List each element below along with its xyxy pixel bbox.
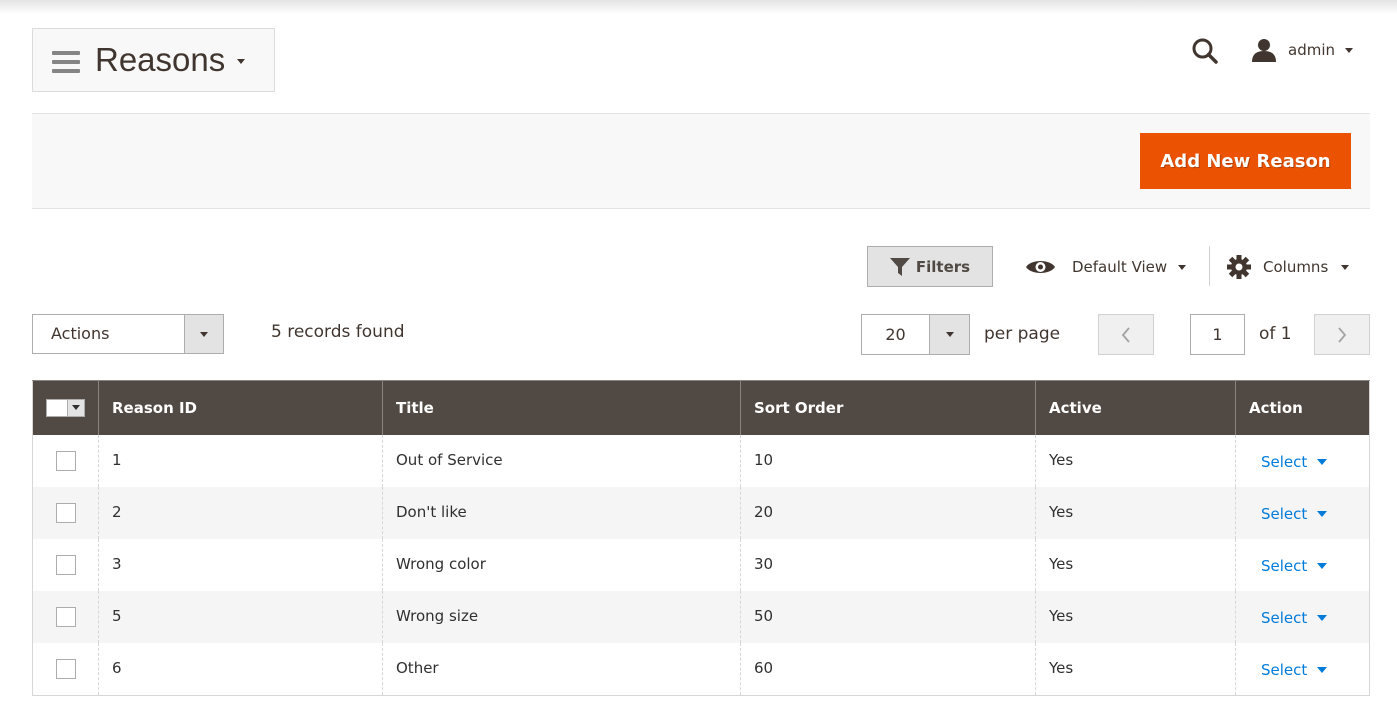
row-checkbox[interactable] (56, 502, 76, 523)
add-new-reason-button[interactable]: Add New Reason (1140, 133, 1351, 189)
table-row: 2 Don't like 20 Yes Select (32, 486, 1370, 539)
chevron-down-icon (1317, 562, 1328, 569)
chevron-down-icon (1317, 458, 1328, 465)
row-checkbox[interactable] (56, 658, 76, 679)
select-label: Select (1261, 504, 1308, 523)
page-actions-bar: Add New Reason (32, 113, 1370, 209)
mass-actions-select[interactable]: Actions (32, 314, 224, 354)
column-header-title[interactable]: Title (382, 380, 741, 435)
cell-active: Yes (1035, 590, 1236, 643)
cell-title: Other (382, 642, 741, 696)
search-icon[interactable] (1190, 36, 1220, 66)
user-name: admin (1288, 41, 1335, 59)
cell-active: Yes (1035, 642, 1236, 696)
chevron-down-icon (1341, 264, 1350, 270)
row-action-select[interactable]: Select (1249, 503, 1328, 523)
per-page-value: 20 (885, 325, 906, 344)
row-action-select[interactable]: Select (1249, 451, 1328, 471)
filters-label: Filters (915, 257, 971, 276)
cell-title: Don't like (382, 486, 741, 539)
chevron-down-icon (1317, 510, 1328, 517)
mass-select-header[interactable] (32, 380, 99, 435)
column-header-active[interactable]: Active (1035, 380, 1236, 435)
chevron-down-icon (1317, 666, 1328, 673)
cell-reason-id: 3 (98, 538, 383, 591)
cell-sort-order: 60 (740, 642, 1036, 696)
select-label: Select (1261, 608, 1308, 627)
cell-reason-id: 6 (98, 642, 383, 696)
cell-active: Yes (1035, 486, 1236, 539)
chevron-down-icon (67, 399, 84, 416)
cell-sort-order: 30 (740, 538, 1036, 591)
page-title-menu[interactable]: Reasons (32, 28, 275, 92)
column-header-sort-order[interactable]: Sort Order (740, 380, 1036, 435)
view-label: Default View (1072, 258, 1168, 276)
select-label: Select (1261, 556, 1308, 575)
row-checkbox[interactable] (56, 606, 76, 627)
cell-reason-id: 1 (98, 434, 383, 487)
table-row: 3 Wrong color 30 Yes Select (32, 538, 1370, 591)
row-checkbox[interactable] (56, 554, 76, 575)
filter-icon (889, 257, 910, 276)
cell-sort-order: 50 (740, 590, 1036, 643)
previous-page-button[interactable] (1098, 314, 1154, 355)
eye-icon (1026, 261, 1055, 273)
current-page-input[interactable] (1190, 314, 1245, 355)
row-action-select[interactable]: Select (1249, 555, 1328, 575)
cell-active: Yes (1035, 434, 1236, 487)
cell-active: Yes (1035, 538, 1236, 591)
cell-reason-id: 2 (98, 486, 383, 539)
records-count: 5 records found (271, 322, 405, 342)
columns-dropdown[interactable]: Columns (1227, 254, 1350, 280)
chevron-right-icon (1338, 326, 1347, 343)
total-pages-label: of 1 (1259, 324, 1292, 344)
table-row: 6 Other 60 Yes Select (32, 642, 1370, 696)
table-row: 5 Wrong size 50 Yes Select (32, 590, 1370, 643)
grid-header-row: Reason ID Title Sort Order Active Action (32, 380, 1370, 435)
row-checkbox[interactable] (56, 450, 76, 471)
row-action-select[interactable]: Select (1249, 659, 1328, 679)
select-label: Select (1261, 452, 1308, 471)
chevron-down-icon (237, 58, 246, 64)
toolbar-divider (1209, 246, 1210, 286)
per-page-label: per page (984, 324, 1061, 344)
page-title: Reasons (95, 41, 226, 78)
cell-title: Wrong color (382, 538, 741, 591)
column-header-action: Action (1235, 380, 1370, 435)
chevron-left-icon (1121, 326, 1130, 343)
cell-sort-order: 20 (740, 486, 1036, 539)
column-header-reason-id[interactable]: Reason ID (98, 380, 383, 435)
filters-button[interactable]: Filters (867, 246, 993, 287)
user-menu[interactable]: admin (1251, 36, 1353, 64)
cell-sort-order: 10 (740, 434, 1036, 487)
chevron-down-icon (1317, 614, 1328, 621)
top-shadow (0, 0, 1397, 14)
gear-icon (1227, 255, 1251, 279)
chevron-down-icon (929, 315, 969, 354)
per-page-select[interactable]: 20 (861, 314, 970, 355)
cell-title: Out of Service (382, 434, 741, 487)
hamburger-icon (52, 50, 80, 73)
table-row: 1 Out of Service 10 Yes Select (32, 434, 1370, 487)
cell-reason-id: 5 (98, 590, 383, 643)
next-page-button[interactable] (1314, 314, 1370, 355)
mass-actions-value: Actions (51, 324, 110, 343)
cell-title: Wrong size (382, 590, 741, 643)
default-view-dropdown[interactable]: Default View (1025, 254, 1187, 280)
chevron-down-icon (1345, 47, 1353, 53)
reasons-grid: Reason ID Title Sort Order Active Action… (32, 380, 1370, 696)
row-action-select[interactable]: Select (1249, 607, 1328, 627)
mass-select-checkbox[interactable] (46, 398, 85, 417)
chevron-down-icon (1178, 264, 1187, 270)
user-icon (1252, 39, 1276, 62)
columns-label: Columns (1263, 258, 1329, 276)
chevron-down-icon (184, 315, 223, 353)
select-label: Select (1261, 660, 1308, 679)
